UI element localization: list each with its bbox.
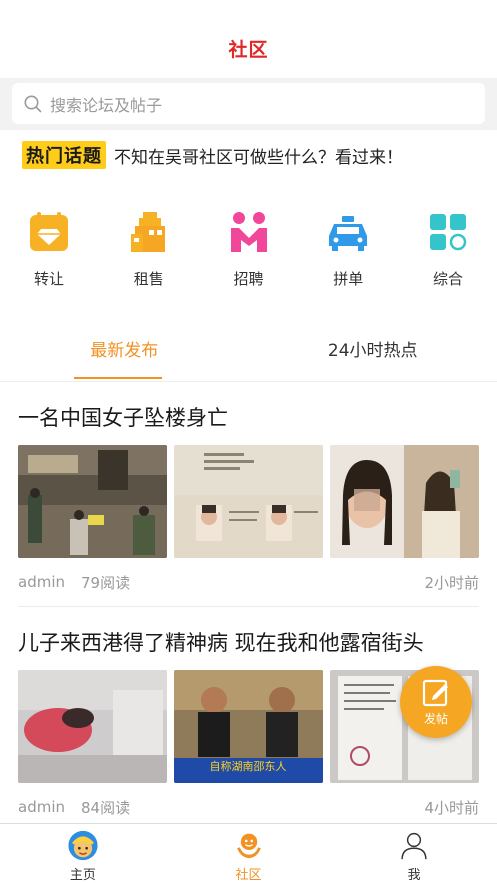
building-icon xyxy=(130,212,165,252)
post-image[interactable] xyxy=(18,445,167,558)
nav-label: 社区 xyxy=(235,868,262,883)
post-image[interactable]: 自称湖南邵东人 xyxy=(174,670,323,783)
nav-label: 我 xyxy=(407,868,421,883)
hot-topic-text: 不知在吴哥社区可做些什么？看过来！ xyxy=(114,147,403,168)
post-title: 一名中国女子坠楼身亡 xyxy=(18,406,228,430)
category-label: 转让 xyxy=(33,270,64,288)
post-author: admin xyxy=(18,573,65,591)
taxi-icon xyxy=(329,216,368,251)
home-avatar-icon xyxy=(68,830,98,861)
nav-home[interactable]: 主页 xyxy=(0,824,166,883)
post-time: 2小时前 xyxy=(424,573,479,592)
active-tab-indicator xyxy=(74,377,162,379)
category-label: 拼单 xyxy=(333,270,364,288)
tab-24h-hot[interactable]: 24小时热点 xyxy=(249,332,497,381)
feed-tabs: 最新发布 24小时热点 xyxy=(0,332,497,382)
new-post-label: 发帖 xyxy=(423,711,448,726)
category-label: 综合 xyxy=(432,270,463,288)
hot-topic-bar[interactable]: 热门话题 不知在吴哥社区可做些什么？看过来！ xyxy=(0,130,497,180)
post-title: 儿子来西港得了精神病 现在我和他露宿街头 xyxy=(18,631,424,655)
nav-me[interactable]: 我 xyxy=(331,824,497,883)
category-group-order[interactable]: 拼单 xyxy=(317,210,379,332)
grid-icon xyxy=(430,214,467,251)
category-label: 招聘 xyxy=(233,270,264,288)
post-thumbnails xyxy=(18,445,479,558)
image-caption: 自称湖南邵东人 xyxy=(210,759,287,773)
edit-icon xyxy=(422,679,448,706)
category-general[interactable]: 综合 xyxy=(417,210,479,332)
post-image[interactable] xyxy=(174,445,323,558)
post-time: 4小时前 xyxy=(424,798,479,817)
diamond-icon xyxy=(30,212,68,251)
people-icon xyxy=(230,212,267,252)
community-icon xyxy=(236,833,261,859)
post-card[interactable]: 一名中国女子坠楼身亡 admin 79阅读 2小时前 xyxy=(0,382,497,606)
post-meta: admin 79阅读 2小时前 xyxy=(18,558,479,606)
search-area: 搜索论坛及帖子 xyxy=(0,78,497,130)
category-recruit[interactable]: 招聘 xyxy=(218,210,280,332)
search-icon xyxy=(24,95,42,112)
post-read-count: 79阅读 xyxy=(81,573,131,592)
post-image[interactable] xyxy=(330,445,479,558)
tab-latest[interactable]: 最新发布 xyxy=(0,332,249,381)
page-title: 社区 xyxy=(228,39,269,61)
category-rent-sale[interactable]: 租售 xyxy=(118,210,180,332)
profile-icon xyxy=(401,832,427,860)
bottom-nav: 主页 社区 我 xyxy=(0,823,497,883)
nav-community[interactable]: 社区 xyxy=(166,824,332,883)
post-read-count: 84阅读 xyxy=(81,798,131,817)
post-image[interactable] xyxy=(18,670,167,783)
new-post-button[interactable]: 发帖 xyxy=(400,666,472,738)
community-page: 社区 搜索论坛及帖子 热门话题 不知在吴哥社区可做些什么？看过来！ 转让 租售 … xyxy=(0,0,497,883)
hot-topic-badge: 热门话题 xyxy=(22,141,106,169)
search-input[interactable]: 搜索论坛及帖子 xyxy=(12,83,485,124)
top-bar: 社区 xyxy=(0,0,497,78)
nav-label: 主页 xyxy=(69,868,96,883)
category-transfer[interactable]: 转让 xyxy=(18,210,80,332)
post-author: admin xyxy=(18,798,65,816)
category-grid: 转让 租售 招聘 拼单 综合 xyxy=(0,180,497,332)
search-placeholder: 搜索论坛及帖子 xyxy=(50,95,163,115)
category-label: 租售 xyxy=(133,270,164,288)
